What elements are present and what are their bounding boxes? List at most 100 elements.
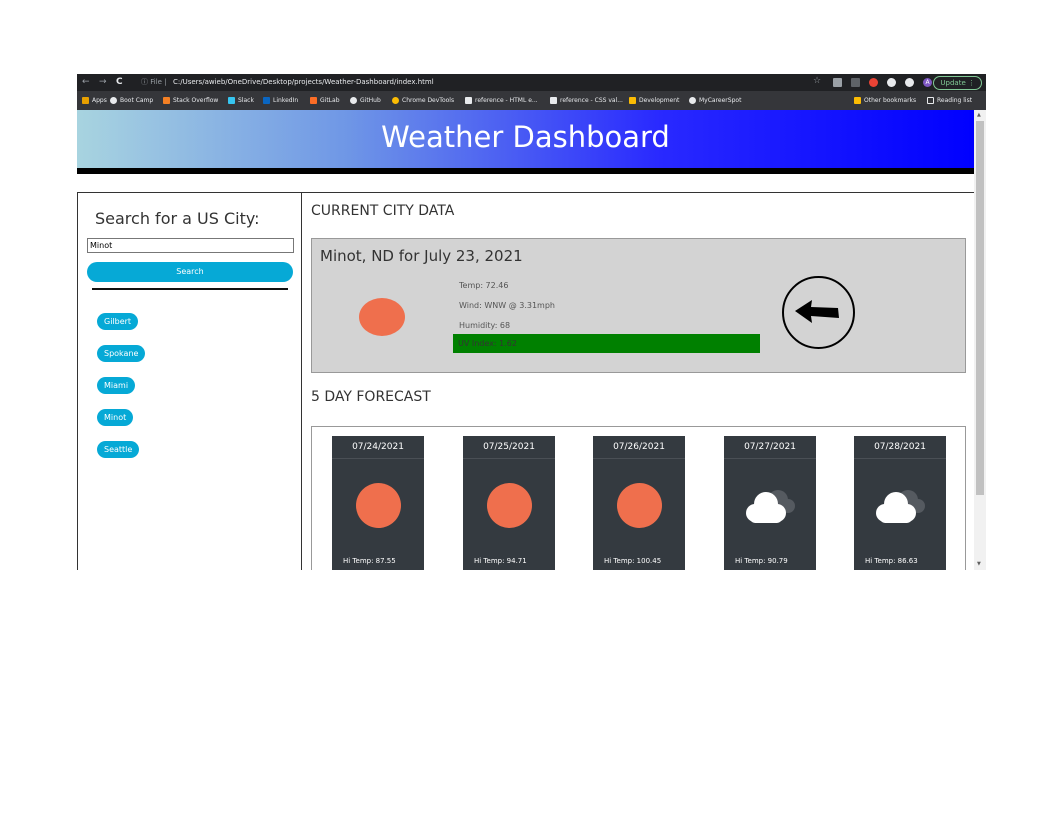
arrow-icon (795, 300, 839, 323)
github-icon (350, 97, 357, 104)
scrollbar-thumb[interactable] (976, 121, 984, 495)
address-bar-row: ← → C ⓘ File | C:/Users/awieb/OneDrive/D… (77, 74, 986, 91)
bookmark-label: Development (639, 97, 680, 104)
forecast-date: 07/25/2021 (483, 442, 535, 452)
city-search-input[interactable] (87, 238, 294, 253)
bookmark-label: reference - CSS val... (560, 97, 623, 104)
forecast-hi-temp: Hi Temp: 94.71 (474, 557, 527, 565)
bookmark-label: LinkedIn (273, 97, 299, 104)
main-content: CURRENT CITY DATA Minot, ND for July 23,… (301, 192, 974, 570)
current-temp: Temp: 72.46 (459, 281, 509, 290)
history-item-gilbert[interactable]: Gilbert (97, 313, 139, 330)
mycareerspot-icon (689, 97, 696, 104)
extension-icon[interactable] (851, 78, 860, 87)
slack-icon (228, 97, 235, 104)
uv-index-badge: UV Index: 1.62 (453, 334, 760, 353)
forecast-hi-temp: Hi Temp: 90.79 (735, 557, 788, 565)
current-section-title: CURRENT CITY DATA (311, 203, 455, 219)
current-weather-card: Minot, ND for July 23, 2021 Temp: 72.46 … (311, 238, 966, 373)
page-scrollbar[interactable]: ▲ ▼ (974, 110, 986, 570)
card-divider (593, 458, 685, 459)
forecast-card: 07/28/2021 Hi Temp: 86.63 (854, 436, 946, 570)
bookmark-chrome-devtools[interactable]: Chrome DevTools (392, 96, 454, 105)
history-item-spokane[interactable]: Spokane (97, 345, 146, 362)
apps-icon (82, 97, 89, 104)
bookmark-gitlab[interactable]: GitLab (310, 96, 340, 105)
forecast-card: 07/25/2021 Hi Temp: 94.71 (463, 436, 555, 570)
bookmark-slack[interactable]: Slack (228, 96, 254, 105)
back-icon[interactable]: ← (82, 77, 90, 87)
bookmark-label: Boot Camp (120, 97, 154, 104)
bookmark-mycareerspot[interactable]: MyCareerSpot (689, 96, 741, 105)
current-humidity: Humidity: 68 (459, 321, 511, 330)
forecast-date: 07/24/2021 (352, 442, 404, 452)
bookmark-github[interactable]: GitHub (350, 96, 381, 105)
stack-overflow-icon (163, 97, 170, 104)
extension-icon[interactable] (887, 78, 896, 87)
card-divider (332, 458, 424, 459)
url-text[interactable]: C:/Users/awieb/OneDrive/Desktop/projects… (173, 78, 434, 87)
reload-icon[interactable]: C (116, 77, 123, 87)
scroll-up-icon[interactable]: ▲ (977, 112, 981, 118)
forecast-hi-temp: Hi Temp: 86.63 (865, 557, 918, 565)
site-info[interactable]: ⓘ File | (141, 78, 167, 87)
chrome-icon (392, 97, 399, 104)
folder-icon (629, 97, 636, 104)
mdn-icon (465, 97, 472, 104)
browser-window: ← → C ⓘ File | C:/Users/awieb/OneDrive/D… (77, 74, 986, 570)
current-wind: Wind: WNW @ 3.31mph (459, 301, 555, 310)
star-icon[interactable]: ☆ (813, 76, 822, 86)
forward-icon[interactable]: → (99, 77, 107, 87)
scroll-down-icon[interactable]: ▼ (977, 561, 981, 567)
card-divider (463, 458, 555, 459)
card-divider (724, 458, 816, 459)
cloud-icon (876, 490, 925, 523)
bookmark-development[interactable]: Development (629, 96, 679, 105)
current-city-title: Minot, ND for July 23, 2021 (320, 247, 523, 265)
bookmark-label: reference - HTML e... (475, 97, 538, 104)
extension-icon[interactable] (869, 78, 878, 87)
forecast-card: 07/26/2021 Hi Temp: 100.45 (593, 436, 685, 570)
gitlab-icon (310, 97, 317, 104)
bookmark-label: Reading list (937, 97, 973, 104)
folder-icon (854, 97, 861, 104)
bookmark-other[interactable]: Other bookmarks (854, 96, 916, 105)
forecast-hi-temp: Hi Temp: 100.45 (604, 557, 662, 565)
search-button[interactable]: Search (87, 262, 293, 282)
wind-direction-arrow-icon (782, 276, 855, 349)
sun-icon (617, 483, 662, 528)
bookmark-label: Slack (238, 97, 254, 104)
update-label: Update (940, 79, 966, 87)
profile-avatar[interactable]: A (923, 78, 932, 87)
history-item-miami[interactable]: Miami (97, 377, 136, 394)
history-item-minot[interactable]: Minot (97, 409, 134, 426)
reading-list-icon (927, 97, 934, 104)
bookmarks-bar: Apps Boot Camp Stack Overflow Slack Link… (77, 91, 986, 110)
bookmark-label: MyCareerSpot (699, 97, 742, 104)
bookmark-linkedin[interactable]: LinkedIn (263, 96, 298, 105)
sun-icon (359, 298, 405, 336)
puzzle-icon[interactable] (905, 78, 914, 87)
forecast-card: 07/24/2021 Hi Temp: 87.55 (332, 436, 424, 570)
bookmark-apps[interactable]: Apps (82, 96, 107, 105)
bookmark-label: GitLab (320, 97, 340, 104)
reading-list[interactable]: Reading list (927, 96, 972, 105)
forecast-hi-temp: Hi Temp: 87.55 (343, 557, 396, 565)
bookmark-reference-css[interactable]: reference - CSS val... (550, 96, 623, 105)
extension-icon[interactable] (833, 78, 842, 87)
bookmark-reference-html[interactable]: reference - HTML e... (465, 96, 538, 105)
search-sidebar: Search for a US City: Search Gilbert Spo… (77, 192, 302, 570)
history-item-seattle[interactable]: Seattle (97, 441, 140, 458)
linkedin-icon (263, 97, 270, 104)
sun-icon (487, 483, 532, 528)
bookmark-label: GitHub (360, 97, 381, 104)
update-button[interactable]: Update ⋮ (933, 76, 982, 90)
forecast-date: 07/28/2021 (874, 442, 926, 452)
bookmark-stack-overflow[interactable]: Stack Overflow (163, 96, 218, 105)
mdn-icon (550, 97, 557, 104)
bookmark-label: Chrome DevTools (402, 97, 455, 104)
bootcamp-icon (110, 97, 117, 104)
sun-icon (356, 483, 401, 528)
bookmark-boot-camp[interactable]: Boot Camp (110, 96, 153, 105)
forecast-section-title: 5 DAY FORECAST (311, 389, 431, 405)
